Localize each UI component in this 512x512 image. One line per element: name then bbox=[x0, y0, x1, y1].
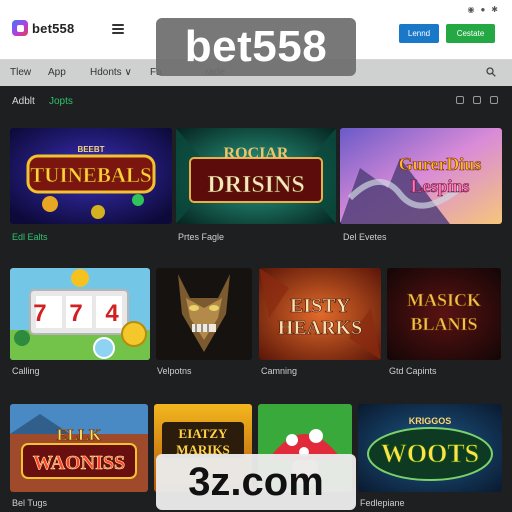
game-tile-calling[interactable]: 7 7 4 bbox=[10, 268, 150, 360]
art-title: Lespins bbox=[410, 176, 469, 196]
game-caption: Bel Tugs bbox=[12, 498, 48, 508]
view-options bbox=[456, 96, 498, 104]
header-utility-icons: ◉ ● ✱ bbox=[467, 5, 498, 14]
art-subtitle: ELLK bbox=[57, 427, 102, 444]
user-icon[interactable]: ● bbox=[480, 5, 485, 14]
logo-icon bbox=[12, 20, 28, 36]
art-title: DRISINS bbox=[207, 172, 304, 198]
game-tile-woots[interactable]: KRIGGOS WOOTS bbox=[358, 404, 502, 492]
game-caption: Calling bbox=[12, 366, 40, 376]
game-tile-tuinebals[interactable]: TUINEBALS BEEBT bbox=[10, 128, 172, 224]
game-tile-eisty-hearks[interactable]: EISTY HEARKS bbox=[259, 268, 381, 360]
nav-item-app[interactable]: App bbox=[48, 67, 66, 78]
art-title: TUINEBALS bbox=[30, 163, 151, 187]
art-title-line2: BLANIS bbox=[410, 314, 477, 334]
game-tile-masick-blanis[interactable]: MASICK BLANIS bbox=[387, 268, 501, 360]
game-caption: Gtd Capints bbox=[389, 366, 437, 376]
filter-icon[interactable] bbox=[490, 96, 498, 104]
filter-bar: Adblt Jopts bbox=[0, 86, 512, 118]
game-caption: Prtes Fagle bbox=[178, 232, 225, 242]
art-subtitle: BEEBT bbox=[77, 145, 104, 154]
nav-item-new[interactable]: Tlew bbox=[10, 67, 31, 78]
art-title: WOOTS bbox=[381, 439, 479, 468]
art-title-line1: EISTY bbox=[290, 295, 351, 317]
game-tile-waoniss[interactable]: ELLK WAONISS bbox=[10, 404, 148, 492]
site-logo[interactable]: bet558 bbox=[12, 20, 74, 36]
menu-icon[interactable] bbox=[112, 24, 124, 34]
art-subtitle: ROCIAR bbox=[224, 145, 289, 162]
filter-tab-active[interactable]: Jopts bbox=[49, 96, 73, 107]
art-title: 7 7 4 bbox=[33, 300, 126, 327]
globe-icon[interactable]: ◉ bbox=[467, 5, 474, 14]
settings-icon[interactable]: ✱ bbox=[491, 5, 498, 14]
game-caption: Camning bbox=[261, 366, 298, 376]
logo-text: bet558 bbox=[32, 20, 75, 36]
nav-item-hdonts[interactable]: Hdonts ∨ bbox=[90, 67, 132, 78]
game-tile-lespins[interactable]: GurerDius Lespins bbox=[340, 128, 502, 224]
game-tile-velpotns[interactable] bbox=[156, 268, 252, 360]
game-tile-drisins[interactable]: ROCIAR DRISINS bbox=[176, 128, 336, 224]
filter-label: Adblt bbox=[12, 96, 35, 107]
art-title-line2: HEARKS bbox=[278, 317, 362, 339]
art-title-line1: EIATZY bbox=[179, 426, 228, 441]
grid-view-icon[interactable] bbox=[456, 96, 464, 104]
art-subtitle: GurerDius bbox=[399, 154, 482, 174]
art-subtitle: KRIGGOS bbox=[409, 416, 452, 426]
art-title-line1: MASICK bbox=[407, 290, 481, 310]
watermark-bottom: 3z.com bbox=[156, 454, 356, 510]
game-caption: Edl Ealts bbox=[12, 232, 48, 242]
page: bet558 ◉ ● ✱ Lennd Cestate bet558 3z.com… bbox=[0, 0, 512, 512]
game-caption: Fedlepiane bbox=[360, 498, 405, 508]
search-icon[interactable] bbox=[486, 67, 496, 77]
join-button[interactable]: Cestate bbox=[446, 24, 495, 43]
art-title: WAONISS bbox=[33, 452, 125, 474]
list-view-icon[interactable] bbox=[473, 96, 481, 104]
game-caption: Del Evetes bbox=[343, 232, 387, 242]
login-button[interactable]: Lennd bbox=[399, 24, 439, 43]
watermark-top: bet558 bbox=[156, 18, 356, 76]
game-caption: Velpotns bbox=[157, 366, 192, 376]
